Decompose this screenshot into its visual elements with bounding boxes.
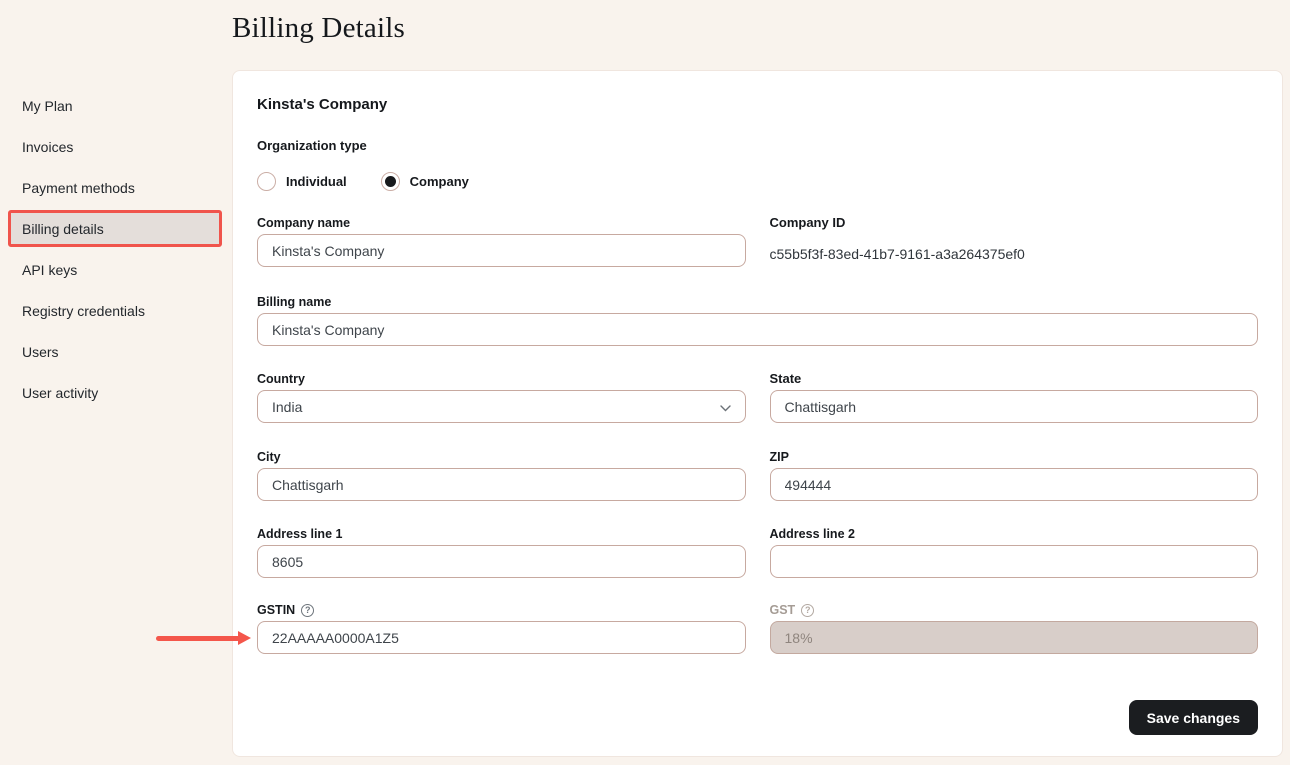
annotation-arrow-head <box>238 631 251 645</box>
zip-label: ZIP <box>770 449 1259 465</box>
address-line-1-field-group: Address line 1 <box>257 526 746 578</box>
org-type-radio-company[interactable]: Company <box>381 172 469 191</box>
sidebar-item-billing-details[interactable]: Billing details <box>8 210 222 247</box>
gst-field-group: GST ? <box>770 602 1259 654</box>
country-selected-value: India <box>272 399 302 415</box>
row-company: Company name Company ID c55b5f3f-83ed-41… <box>257 215 1258 267</box>
company-heading: Kinsta's Company <box>257 96 1258 114</box>
radio-label: Company <box>410 174 469 189</box>
organization-type-label: Organization type <box>257 138 1258 154</box>
radio-circle-icon <box>381 172 400 191</box>
address-line-2-field-group: Address line 2 <box>770 526 1259 578</box>
billing-name-label: Billing name <box>257 294 1258 310</box>
city-label: City <box>257 449 746 465</box>
country-field-group: Country India <box>257 371 746 423</box>
company-id-group: Company ID c55b5f3f-83ed-41b7-9161-a3a26… <box>770 215 1259 267</box>
gstin-label-row: GSTIN ? <box>257 602 746 618</box>
sidebar-item-api-keys[interactable]: API keys <box>0 249 232 290</box>
gst-label: GST <box>770 602 796 618</box>
address-line-2-input[interactable] <box>770 545 1259 578</box>
address-line-1-label: Address line 1 <box>257 526 746 542</box>
save-changes-button[interactable]: Save changes <box>1129 700 1258 735</box>
gstin-field-group: GSTIN ? <box>257 602 746 654</box>
address-line-1-input[interactable] <box>257 545 746 578</box>
org-type-radio-individual[interactable]: Individual <box>257 172 347 191</box>
sidebar-item-users[interactable]: Users <box>0 331 232 372</box>
state-label: State <box>770 371 1259 387</box>
gstin-label: GSTIN <box>257 602 295 618</box>
row-country-state: Country India State <box>257 371 1258 423</box>
company-name-input[interactable] <box>257 234 746 267</box>
radio-circle-icon <box>257 172 276 191</box>
billing-name-field-group: Billing name <box>257 294 1258 346</box>
state-input[interactable] <box>770 390 1259 423</box>
row-city-zip: City ZIP <box>257 449 1258 501</box>
gst-label-row: GST ? <box>770 602 1259 618</box>
row-address: Address line 1 Address line 2 <box>257 526 1258 578</box>
sidebar-item-invoices[interactable]: Invoices <box>0 126 232 167</box>
company-name-label: Company name <box>257 215 746 231</box>
billing-name-input[interactable] <box>257 313 1258 346</box>
row-tax: GSTIN ? GST ? <box>257 602 1258 654</box>
zip-field-group: ZIP <box>770 449 1259 501</box>
row-billing-name: Billing name <box>257 294 1258 346</box>
billing-sidebar: My PlanInvoicesPayment methodsBilling de… <box>0 85 232 413</box>
billing-details-card: Kinsta's Company Organization type Indiv… <box>232 70 1283 757</box>
annotation-arrow-line <box>156 636 240 641</box>
company-name-field-group: Company name <box>257 215 746 267</box>
sidebar-item-payment-methods[interactable]: Payment methods <box>0 167 232 208</box>
gstin-input[interactable] <box>257 621 746 654</box>
sidebar-item-user-activity[interactable]: User activity <box>0 372 232 413</box>
sidebar-item-registry-credentials[interactable]: Registry credentials <box>0 290 232 331</box>
city-input[interactable] <box>257 468 746 501</box>
company-id-value: c55b5f3f-83ed-41b7-9161-a3a264375ef0 <box>770 246 1259 262</box>
country-label: Country <box>257 371 746 387</box>
zip-input[interactable] <box>770 468 1259 501</box>
gst-help-icon[interactable]: ? <box>801 604 814 617</box>
organization-type-radio-group: Individual Company <box>257 171 1258 191</box>
gstin-help-icon[interactable]: ? <box>301 604 314 617</box>
chevron-down-icon <box>720 399 731 415</box>
radio-label: Individual <box>286 174 347 189</box>
address-line-2-label: Address line 2 <box>770 526 1259 542</box>
gst-input <box>770 621 1259 654</box>
company-id-label: Company ID <box>770 215 1259 231</box>
sidebar-item-my-plan[interactable]: My Plan <box>0 85 232 126</box>
country-select[interactable]: India <box>257 390 746 423</box>
state-field-group: State <box>770 371 1259 423</box>
actions-row: Save changes <box>257 700 1258 735</box>
city-field-group: City <box>257 449 746 501</box>
page-title: Billing Details <box>232 11 405 45</box>
